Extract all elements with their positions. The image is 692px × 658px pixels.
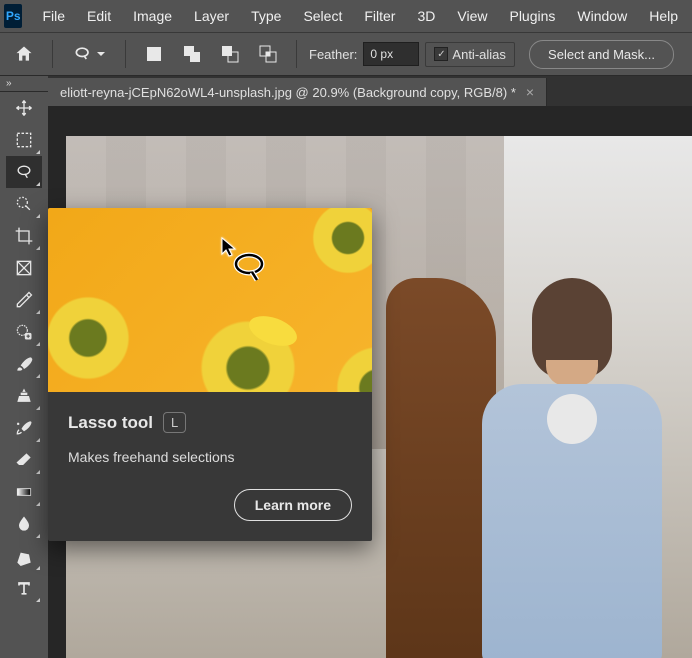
tooltip-title: Lasso tool xyxy=(68,413,153,433)
tool-preset-icon[interactable] xyxy=(65,38,113,70)
tab-strip: eliott-reyna-jCEpN62oWL4-unsplash.jpg @ … xyxy=(48,76,692,106)
menu-image[interactable]: Image xyxy=(123,2,182,30)
clone-stamp-tool[interactable] xyxy=(6,380,42,412)
subtract-selection-icon[interactable] xyxy=(214,38,246,70)
new-selection-icon[interactable] xyxy=(138,38,170,70)
tooltip-preview-image xyxy=(48,208,372,392)
menu-3d[interactable]: 3D xyxy=(407,2,445,30)
frame-tool[interactable] xyxy=(6,252,42,284)
app-logo[interactable]: Ps xyxy=(4,4,22,28)
feather-label: Feather: xyxy=(309,47,357,62)
divider xyxy=(125,40,126,68)
antialias-label: Anti-alias xyxy=(452,47,505,62)
check-icon: ✓ xyxy=(434,47,448,61)
type-tool[interactable] xyxy=(6,572,42,604)
history-brush-tool[interactable] xyxy=(6,412,42,444)
menu-edit[interactable]: Edit xyxy=(77,2,121,30)
marquee-tool[interactable] xyxy=(6,124,42,156)
eraser-tool[interactable] xyxy=(6,444,42,476)
menu-type[interactable]: Type xyxy=(241,2,291,30)
add-selection-icon[interactable] xyxy=(176,38,208,70)
intersect-selection-icon[interactable] xyxy=(252,38,284,70)
divider xyxy=(296,40,297,68)
menu-filter[interactable]: Filter xyxy=(354,2,405,30)
divider xyxy=(52,40,53,68)
tooltip-description: Makes freehand selections xyxy=(68,449,352,465)
home-button[interactable] xyxy=(8,38,40,70)
menu-window[interactable]: Window xyxy=(567,2,637,30)
document-tab[interactable]: eliott-reyna-jCEpN62oWL4-unsplash.jpg @ … xyxy=(48,78,547,106)
menu-plugins[interactable]: Plugins xyxy=(499,2,565,30)
tool-tooltip: Lasso tool L Makes freehand selections L… xyxy=(48,208,372,541)
learn-more-button[interactable]: Learn more xyxy=(234,489,352,521)
eyedropper-tool[interactable] xyxy=(6,284,42,316)
select-and-mask-button[interactable]: Select and Mask... xyxy=(529,40,674,69)
crop-tool[interactable] xyxy=(6,220,42,252)
antialias-checkbox[interactable]: ✓ Anti-alias xyxy=(425,42,514,67)
tooltip-shortcut: L xyxy=(163,412,186,433)
gradient-tool[interactable] xyxy=(6,476,42,508)
menu-select[interactable]: Select xyxy=(293,2,352,30)
lasso-icon xyxy=(232,252,268,287)
menubar: Ps File Edit Image Layer Type Select Fil… xyxy=(0,0,692,32)
menu-view[interactable]: View xyxy=(447,2,497,30)
menu-layer[interactable]: Layer xyxy=(184,2,239,30)
lasso-tool[interactable] xyxy=(6,156,42,188)
brush-tool[interactable] xyxy=(6,348,42,380)
pen-tool[interactable] xyxy=(6,540,42,572)
move-tool[interactable] xyxy=(6,92,42,124)
tab-title: eliott-reyna-jCEpN62oWL4-unsplash.jpg @ … xyxy=(60,85,516,100)
quick-select-tool[interactable] xyxy=(6,188,42,220)
menu-help[interactable]: Help xyxy=(639,2,688,30)
healing-brush-tool[interactable] xyxy=(6,316,42,348)
blur-tool[interactable] xyxy=(6,508,42,540)
menu-file[interactable]: File xyxy=(32,2,75,30)
toolbar: » xyxy=(0,76,48,658)
toolbar-expand-handle[interactable]: » xyxy=(0,76,48,92)
options-bar: Feather: ✓ Anti-alias Select and Mask... xyxy=(0,32,692,76)
close-icon[interactable]: × xyxy=(526,84,534,100)
feather-input[interactable] xyxy=(363,42,419,66)
